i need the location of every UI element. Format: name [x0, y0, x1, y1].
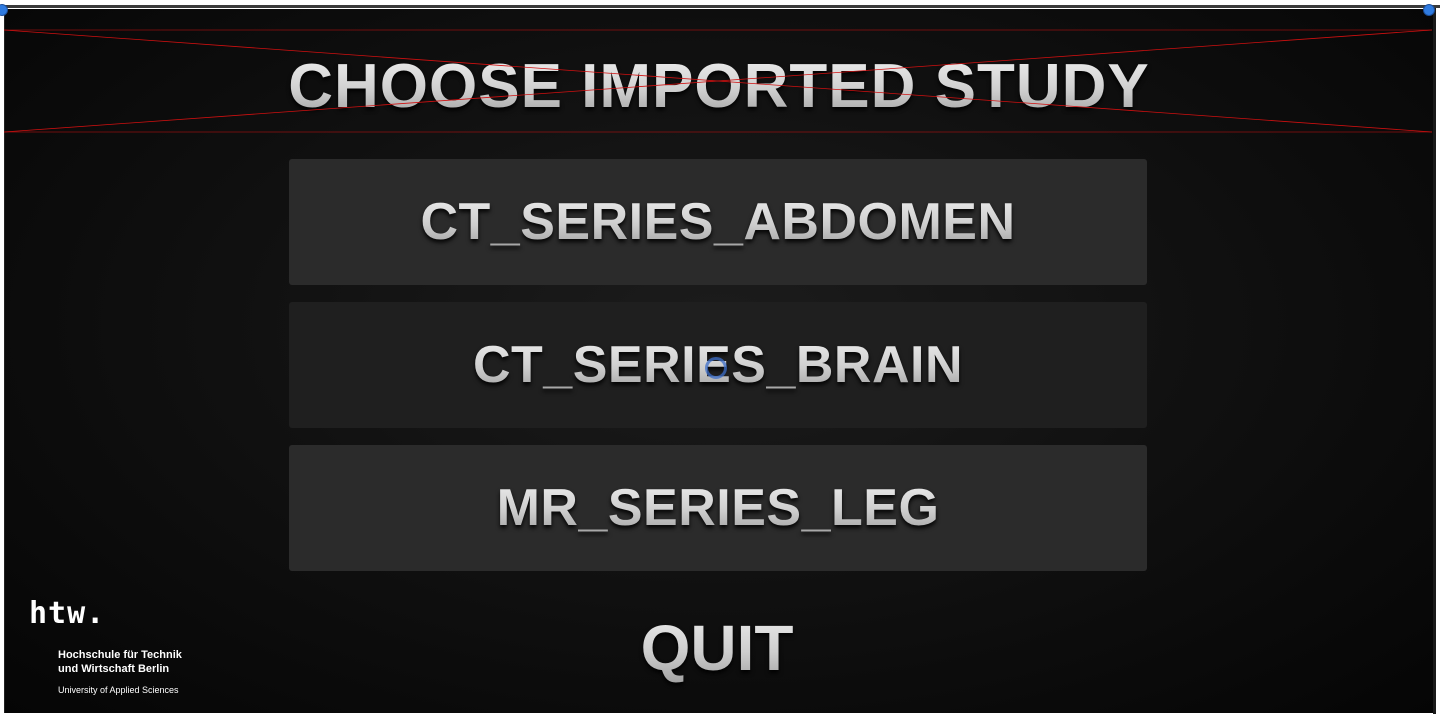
- app-window: CHOOSE IMPORTED STUDY CT_SERIES_ABDOMEN …: [0, 0, 1440, 720]
- window-right-border: [1433, 8, 1436, 714]
- logo-mark: htw.: [29, 596, 106, 631]
- logo-text-line3: University of Applied Sciences: [58, 685, 179, 695]
- study-button-mr-leg[interactable]: MR_SERIES_LEG: [289, 445, 1147, 571]
- study-button-label: CT_SERIES_ABDOMEN: [420, 193, 1016, 251]
- ring-cursor-icon: [705, 357, 727, 379]
- study-button-ct-abdomen[interactable]: CT_SERIES_ABDOMEN: [289, 159, 1147, 285]
- resize-handle-icon[interactable]: [1423, 4, 1435, 16]
- htw-logo: htw. Hochschule für Technik und Wirtscha…: [29, 599, 199, 699]
- quit-button[interactable]: QUIT: [615, 607, 819, 689]
- screen-title: CHOOSE IMPORTED STUDY: [5, 51, 1433, 122]
- window-top-border: [0, 5, 1440, 8]
- logo-text-line1: Hochschule für Technik: [58, 649, 182, 661]
- logo-text-line2: und Wirtschaft Berlin: [58, 663, 170, 675]
- game-viewport: CHOOSE IMPORTED STUDY CT_SERIES_ABDOMEN …: [4, 9, 1433, 713]
- study-button-label: MR_SERIES_LEG: [496, 479, 940, 537]
